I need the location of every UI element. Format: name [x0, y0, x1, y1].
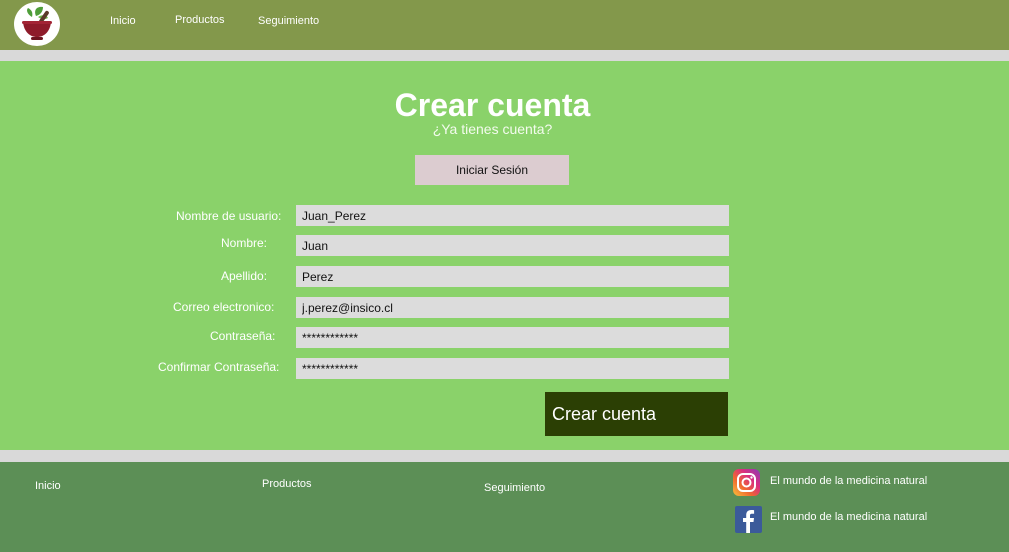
nav-productos-link[interactable]: Productos	[175, 14, 225, 26]
footer-productos-link[interactable]: Productos	[262, 478, 312, 490]
login-button[interactable]: Iniciar Sesión	[415, 155, 569, 185]
nav-seguimiento-link[interactable]: Seguimiento	[258, 15, 319, 27]
instagram-link-text[interactable]: El mundo de la medicina natural	[770, 475, 927, 487]
facebook-icon[interactable]	[735, 506, 762, 533]
email-label: Correo electronico:	[173, 300, 275, 314]
footer-seguimiento-link[interactable]: Seguimiento	[484, 482, 545, 494]
last-name-label: Apellido:	[221, 269, 268, 283]
signup-section: Crear cuenta ¿Ya tienes cuenta? Iniciar …	[0, 61, 1009, 450]
footer: Inicio Productos Seguimiento El mundo de…	[0, 462, 1009, 552]
mortar-pestle-logo-icon[interactable]	[14, 2, 60, 46]
confirm-password-label: Confirmar Contraseña:	[158, 360, 280, 374]
username-label: Nombre de usuario:	[176, 209, 282, 223]
footer-inicio-link[interactable]: Inicio	[35, 480, 61, 492]
nav-inicio-link[interactable]: Inicio	[110, 15, 136, 27]
first-name-label: Nombre:	[221, 236, 268, 250]
username-field[interactable]	[296, 205, 729, 226]
instagram-icon[interactable]	[733, 469, 760, 496]
password-label: Contraseña:	[210, 329, 276, 343]
last-name-field[interactable]	[296, 266, 729, 287]
top-nav-bar: Inicio Productos Seguimiento	[0, 0, 1009, 50]
confirm-password-field[interactable]	[296, 358, 729, 379]
have-account-text: ¿Ya tienes cuenta?	[432, 121, 553, 137]
first-name-field[interactable]	[296, 235, 729, 256]
password-field[interactable]	[296, 327, 729, 348]
page-title: Crear cuenta	[394, 87, 591, 123]
create-account-button[interactable]: Crear cuenta	[545, 392, 728, 436]
facebook-link-text[interactable]: El mundo de la medicina natural	[770, 511, 927, 523]
email-field[interactable]	[296, 297, 729, 318]
